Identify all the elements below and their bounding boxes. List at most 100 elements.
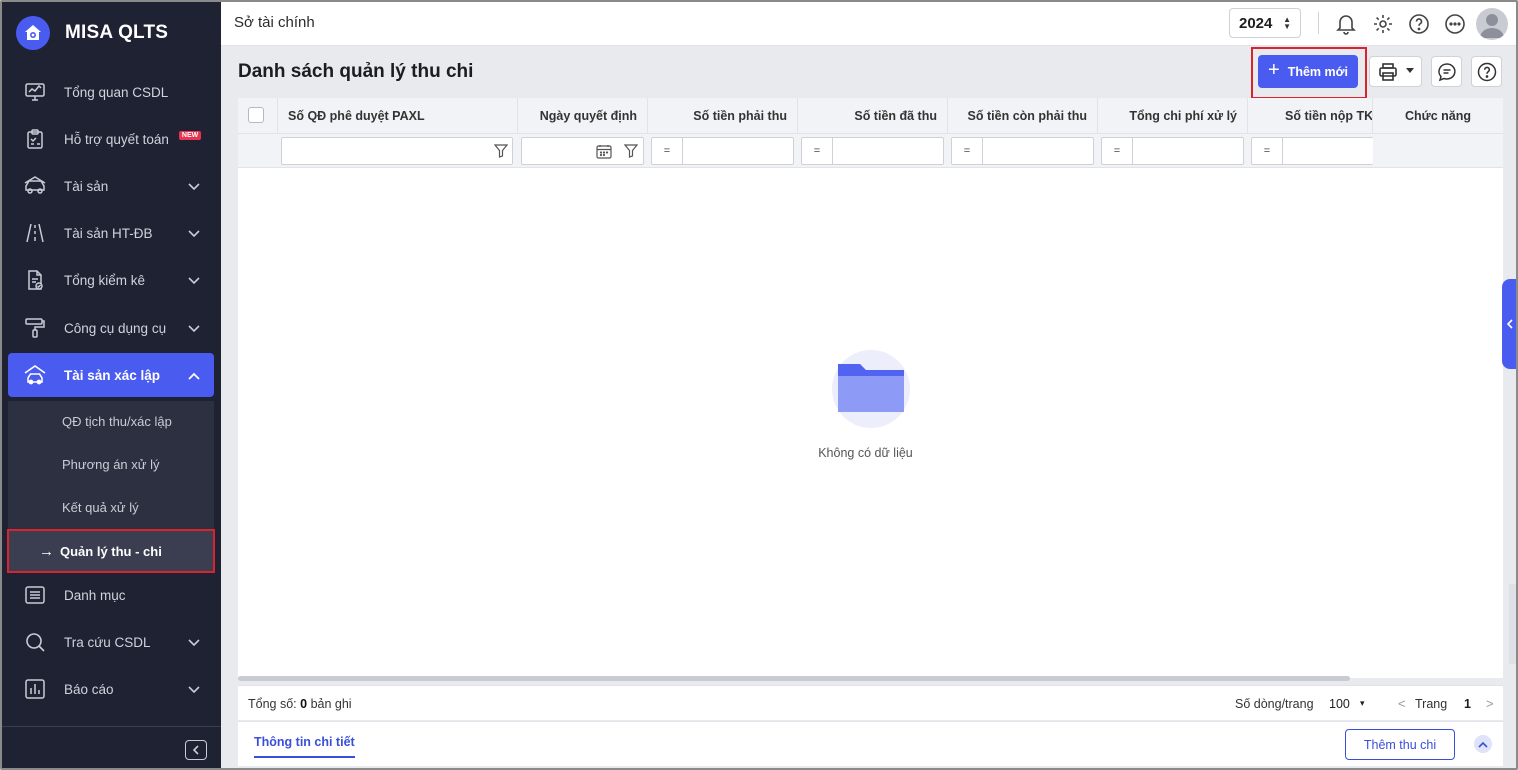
- sidebar-footer: [2, 726, 221, 768]
- bar-chart-icon: [22, 676, 48, 702]
- rows-per-page-select[interactable]: 100: [1329, 697, 1350, 711]
- total-label: Tổng số:: [248, 697, 297, 711]
- car-house-icon: [22, 362, 48, 388]
- sidebar-item-cong-cu-dung-cu[interactable]: Công cụ dụng cụ: [8, 306, 214, 350]
- chevron-left-icon: [1507, 319, 1513, 329]
- sidebar-subitem-quan-ly-thu-chi[interactable]: → Quản lý thu - chi: [7, 529, 215, 573]
- bell-icon[interactable]: [1333, 11, 1359, 37]
- operator-equals[interactable]: =: [802, 138, 833, 164]
- sidebar-item-label: Báo cáo: [64, 681, 114, 697]
- help-icon[interactable]: [1406, 11, 1432, 37]
- sidebar-item-tai-san-ht-db[interactable]: Tài sản HT-ĐB: [8, 211, 214, 255]
- next-page-icon[interactable]: >: [1486, 696, 1494, 711]
- sidebar-item-tai-san[interactable]: Tài sản: [8, 164, 214, 208]
- chevron-left-icon: [192, 745, 199, 755]
- sidebar-subitem-label: Phương án xử lý: [62, 456, 160, 472]
- sidebar-subitem-qd-tich-thu[interactable]: QĐ tịch thu/xác lập: [8, 401, 214, 441]
- chevron-down-icon: [188, 273, 200, 288]
- operator-equals[interactable]: =: [652, 138, 683, 164]
- column-header[interactable]: Ngày quyết định: [518, 98, 648, 134]
- grid-header: Số QĐ phê duyệt PAXL Ngày quyết định Số …: [238, 98, 1503, 134]
- filter-ngay-input[interactable]: [521, 137, 644, 165]
- side-panel-toggle[interactable]: [1502, 279, 1516, 369]
- top-header: Sở tài chính 2024 ▲ ▼: [221, 2, 1516, 46]
- sidebar-item-label: Tổng kiểm kê: [64, 272, 146, 288]
- page-title: Danh sách quản lý thu chi: [238, 61, 474, 82]
- filter-so-tien-con-phai-thu-input[interactable]: =: [951, 137, 1094, 165]
- new-badge: NEW: [178, 130, 202, 140]
- prev-page-icon[interactable]: <: [1398, 696, 1406, 711]
- column-header[interactable]: Số tiền nộp TKT: [1248, 98, 1373, 134]
- filter-icon[interactable]: [493, 144, 509, 161]
- select-all-checkbox[interactable]: [248, 107, 264, 123]
- filter-row: = = = = =: [238, 134, 1503, 168]
- operator-equals[interactable]: =: [952, 138, 983, 164]
- column-header[interactable]: Số tiền còn phải thu: [948, 98, 1098, 134]
- sidebar-item-bao-cao[interactable]: Báo cáo: [8, 667, 214, 711]
- app-name: MISA QLTS: [65, 22, 169, 43]
- data-grid: Số QĐ phê duyệt PAXL Ngày quyết định Số …: [238, 98, 1503, 681]
- sidebar-item-ho-tro-quyet-toan[interactable]: Hỗ trợ quyết toán NEW: [8, 117, 214, 161]
- sidebar-item-tong-quan[interactable]: Tổng quan CSDL: [8, 70, 214, 114]
- add-new-button[interactable]: + Thêm mới: [1258, 55, 1358, 88]
- caret-down-icon: [1406, 68, 1414, 73]
- column-header[interactable]: Số tiền đã thu: [798, 98, 948, 134]
- monitor-chart-icon: [22, 79, 48, 105]
- select-all-cell: [238, 98, 278, 134]
- filter-so-tien-da-thu-input[interactable]: =: [801, 137, 944, 165]
- chevron-down-icon: [188, 682, 200, 697]
- filter-tong-chi-phi-input[interactable]: =: [1101, 137, 1244, 165]
- sidebar-subitem-ket-qua-xu-ly[interactable]: Kết quả xử lý: [8, 487, 214, 527]
- filter-so-qd-input[interactable]: [281, 137, 513, 165]
- year-selector[interactable]: 2024 ▲ ▼: [1229, 8, 1301, 38]
- column-header: Chức năng: [1405, 109, 1471, 123]
- add-income-expense-button[interactable]: Thêm thu chi: [1345, 729, 1455, 760]
- sidebar-item-tong-kiem-ke[interactable]: Tổng kiểm kê: [8, 258, 214, 302]
- folder-icon: [831, 350, 910, 428]
- print-button[interactable]: [1369, 56, 1422, 87]
- chevron-up-icon: [1478, 741, 1488, 748]
- sidebar-subitem-label: Quản lý thu - chi: [60, 543, 162, 559]
- app-window: MISA QLTS Tổng quan CSDL Hỗ trợ quyết to…: [0, 0, 1518, 770]
- sidebar-subitem-label: Kết quả xử lý: [62, 499, 139, 515]
- organization-name: Sở tài chính: [234, 14, 315, 31]
- filter-so-tien-phai-thu-input[interactable]: =: [651, 137, 794, 165]
- calendar-icon[interactable]: [596, 144, 612, 162]
- gear-icon[interactable]: [1370, 11, 1396, 37]
- chevron-down-icon[interactable]: ▾: [1360, 698, 1365, 709]
- vertical-scrollbar[interactable]: [1509, 584, 1516, 664]
- sidebar-item-tra-cuu-csdl[interactable]: Tra cứu CSDL: [8, 620, 214, 664]
- filter-so-tien-nop-input[interactable]: =: [1251, 137, 1373, 165]
- collapse-sidebar-button[interactable]: [185, 740, 207, 760]
- sidebar-item-danh-muc[interactable]: Danh mục: [8, 573, 214, 617]
- total-records: Tổng số: 0 bản ghi: [248, 697, 352, 711]
- filter-icon[interactable]: [623, 144, 639, 161]
- sidebar-subitem-phuong-an-xu-ly[interactable]: Phương án xử lý: [8, 444, 214, 484]
- sidebar-item-tai-san-xac-lap[interactable]: Tài sản xác lập: [8, 353, 214, 397]
- expand-panel-button[interactable]: [1474, 735, 1492, 753]
- operator-equals[interactable]: =: [1252, 138, 1283, 164]
- horizontal-scrollbar[interactable]: [238, 676, 1350, 681]
- detail-panel-bar: Thông tin chi tiết Thêm thu chi: [238, 721, 1503, 766]
- empty-message: Không có dữ liệu: [818, 446, 913, 460]
- avatar[interactable]: [1476, 8, 1508, 40]
- sidebar-item-label: Tổng quan CSDL: [64, 84, 169, 100]
- column-header[interactable]: Số QĐ phê duyệt PAXL: [278, 98, 518, 134]
- operator-equals[interactable]: =: [1102, 138, 1133, 164]
- column-header[interactable]: Số tiền phải thu: [648, 98, 798, 134]
- sidebar-item-label: Danh mục: [64, 587, 126, 603]
- page-help-button[interactable]: [1471, 56, 1502, 87]
- column-header[interactable]: Tổng chi phí xử lý: [1098, 98, 1248, 134]
- year-value: 2024: [1239, 14, 1273, 32]
- document-check-icon: [22, 267, 48, 293]
- tab-detail-info[interactable]: Thông tin chi tiết: [254, 735, 355, 758]
- total-count: 0: [300, 697, 308, 711]
- brand[interactable]: MISA QLTS: [2, 2, 221, 64]
- rows-per-page-label: Số dòng/trang: [1235, 697, 1314, 711]
- road-icon: [22, 220, 48, 246]
- sidebar: MISA QLTS Tổng quan CSDL Hỗ trợ quyết to…: [2, 2, 221, 768]
- help-icon: [1477, 62, 1496, 81]
- feedback-button[interactable]: [1431, 56, 1462, 87]
- more-icon[interactable]: [1442, 11, 1468, 37]
- add-new-label: Thêm mới: [1287, 64, 1348, 79]
